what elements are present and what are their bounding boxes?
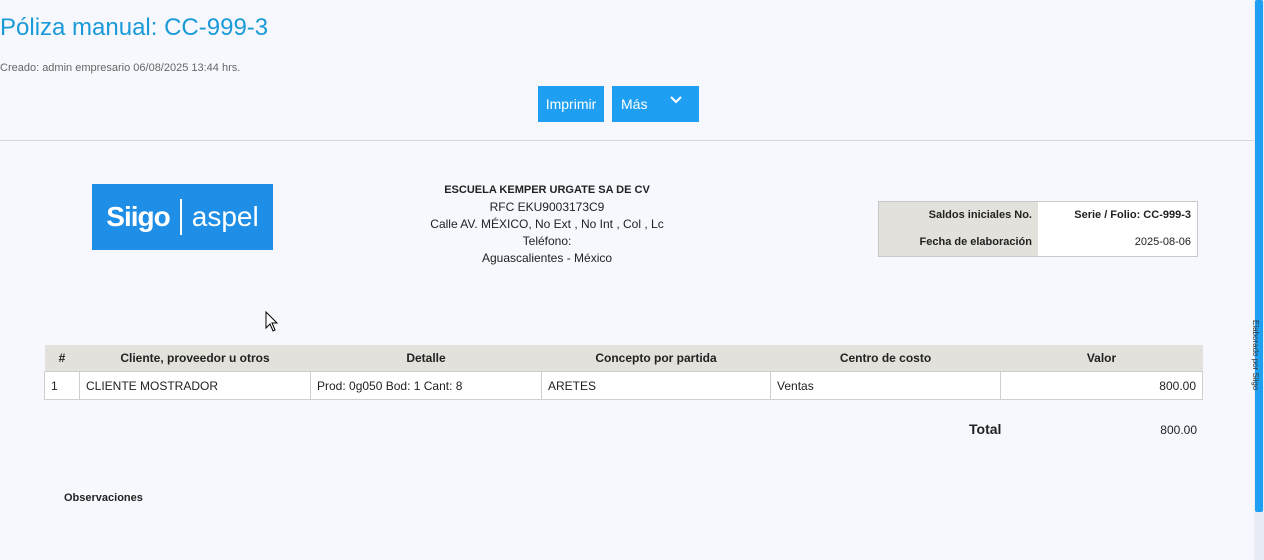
mouse-cursor-icon xyxy=(265,310,279,338)
total-value: 800.00 xyxy=(1160,423,1197,437)
page: Póliza manual: CC-999-3 Creado: admin em… xyxy=(0,0,1264,560)
table-row: 1 CLIENTE MOSTRADOR Prod: 0g050 Bod: 1 C… xyxy=(44,371,1203,400)
header-divider xyxy=(0,140,1254,141)
more-dropdown-button[interactable]: Más xyxy=(612,86,699,122)
company-name: ESCUELA KEMPER URGATE SA DE CV xyxy=(444,184,650,196)
info-row-folio: Saldos iniciales No. Serie / Folio: CC-9… xyxy=(879,202,1197,229)
company-rfc: RFC EKU9003173C9 xyxy=(489,200,605,214)
logo-siigo-text: Siigo xyxy=(106,201,170,232)
vertical-credit-text: Elaborado por Siigo xyxy=(1251,320,1260,391)
info-row-date: Fecha de elaboración 2025-08-06 xyxy=(879,229,1197,256)
logo-aspel-text: aspel xyxy=(191,201,259,232)
created-info: Creado: admin empresario 06/08/2025 13:4… xyxy=(0,62,241,74)
company-location: Aguascalientes - México xyxy=(481,251,613,265)
info-label-saldos: Saldos iniciales No. xyxy=(879,202,1038,229)
siigo-aspel-logo: Siigo aspel xyxy=(92,184,273,250)
cell-number: 1 xyxy=(44,371,80,400)
entries-table: # Cliente, proveedor u otros Detalle Con… xyxy=(44,345,1203,400)
col-header-concept: Concepto por partida xyxy=(541,345,771,372)
company-info: ESCUELA KEMPER URGATE SA DE CV RFC EKU90… xyxy=(397,182,697,267)
scrollbar-thumb[interactable] xyxy=(1255,0,1263,512)
table-header-row: # Cliente, proveedor u otros Detalle Con… xyxy=(44,345,1203,372)
total-label: Total xyxy=(969,421,1002,437)
info-value-date: 2025-08-06 xyxy=(1038,229,1197,256)
chevron-down-icon xyxy=(670,86,682,114)
logo-separator xyxy=(179,199,182,235)
print-button[interactable]: Imprimir xyxy=(538,86,604,122)
company-address: Calle AV. MÉXICO, No Ext , No Int , Col … xyxy=(430,217,664,231)
info-label-date: Fecha de elaboración xyxy=(879,229,1038,256)
col-header-client: Cliente, proveedor u otros xyxy=(79,345,311,372)
col-header-value: Valor xyxy=(1000,345,1203,372)
cell-concept: ARETES xyxy=(541,371,771,400)
more-button-label: Más xyxy=(621,96,648,112)
page-title: Póliza manual: CC-999-3 xyxy=(0,14,269,41)
document-info-box: Saldos iniciales No. Serie / Folio: CC-9… xyxy=(878,201,1198,257)
company-phone: Teléfono: xyxy=(522,234,572,248)
cell-client: CLIENTE MOSTRADOR xyxy=(79,371,311,400)
col-header-number: # xyxy=(44,345,80,372)
cell-value: 800.00 xyxy=(1000,371,1203,400)
cell-detail: Prod: 0g050 Bod: 1 Cant: 8 xyxy=(310,371,542,400)
col-header-detail: Detalle xyxy=(310,345,542,372)
col-header-cost-center: Centro de costo xyxy=(770,345,1001,372)
cell-cost-center: Ventas xyxy=(770,371,1001,400)
info-value-folio: Serie / Folio: CC-999-3 xyxy=(1038,202,1197,229)
observations-label: Observaciones xyxy=(64,492,143,504)
